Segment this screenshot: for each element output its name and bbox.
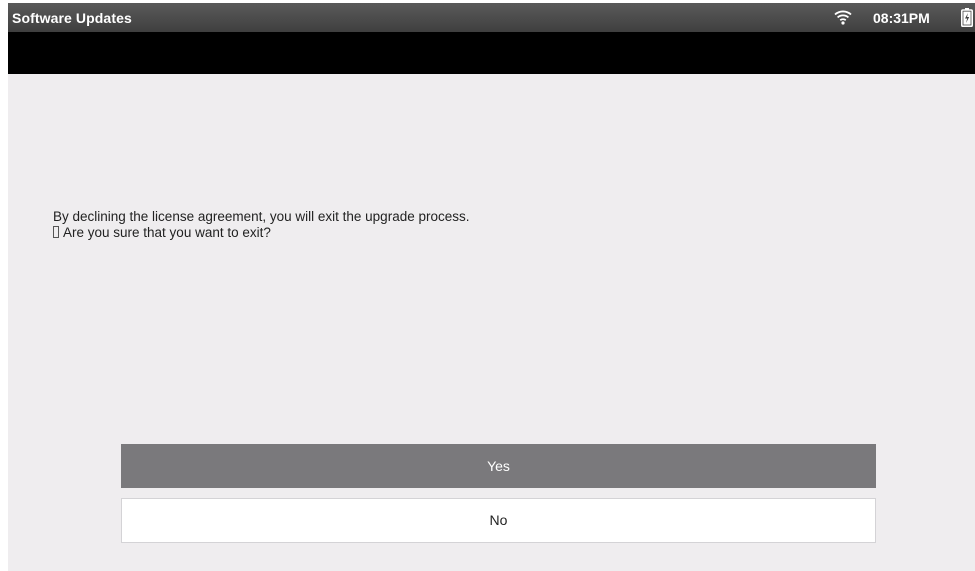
header-band [8, 32, 975, 74]
yes-button[interactable]: Yes [121, 444, 876, 488]
message-line-2-row: Are you sure that you want to exit? [53, 225, 469, 241]
wifi-icon [834, 10, 852, 25]
confirmation-message: By declining the license agreement, you … [53, 209, 469, 241]
app-screen: Software Updates 08:31PM By declining th… [8, 3, 975, 571]
status-time: 08:31PM [873, 10, 930, 26]
no-button[interactable]: No [121, 498, 876, 543]
battery-icon [961, 8, 973, 27]
status-title: Software Updates [12, 10, 132, 26]
message-line-2: Are you sure that you want to exit? [63, 225, 271, 240]
message-line-1: By declining the license agreement, you … [53, 209, 470, 224]
status-bar: Software Updates 08:31PM [8, 3, 975, 32]
missing-glyph-icon [53, 226, 59, 238]
